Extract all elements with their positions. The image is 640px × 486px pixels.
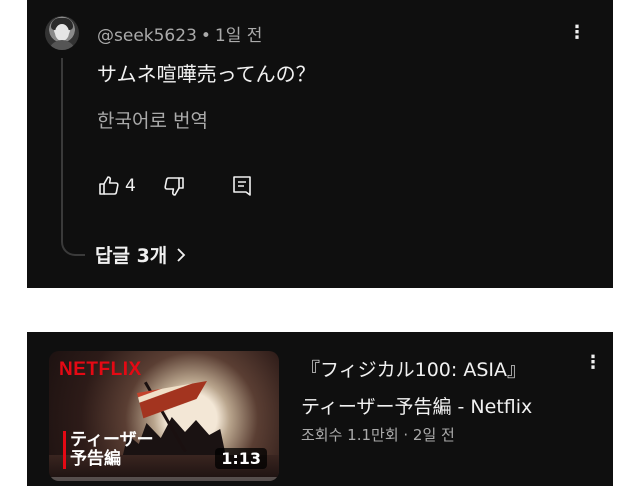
video-subtitle: 조회수 1.1만회 · 2일 전: [301, 426, 455, 444]
watch-progress-track: [49, 477, 279, 481]
thumbnail-label-line1: ティーザー: [70, 430, 154, 450]
avatar[interactable]: [45, 16, 79, 50]
comment-time: 1일 전: [214, 26, 263, 46]
comment-actions: 4: [97, 172, 254, 200]
replies-label: 답글 3개: [95, 245, 168, 267]
thread-line: [61, 58, 85, 256]
meta-separator: •: [200, 26, 211, 46]
comment-author[interactable]: @seek5623: [97, 26, 197, 46]
comment-text: サムネ喧嘩売ってんの？: [97, 62, 316, 86]
video-title-line1[interactable]: 『フィジカル100: ASIA』: [301, 355, 526, 382]
chevron-right-icon: [177, 247, 186, 262]
video-thumbnail[interactable]: NETFLIX ティーザー 予告編 1:13: [49, 351, 279, 481]
video-card[interactable]: NETFLIX ティーザー 予告編 1:13 『フィジカル100: ASIA』 …: [27, 332, 613, 486]
like-count: 4: [125, 176, 136, 196]
more-vert-icon[interactable]: ⋮: [567, 22, 587, 44]
video-title-line2[interactable]: ティーザー予告編 - Netflix: [301, 392, 532, 419]
thumbnail-label-line2: 予告編: [70, 449, 121, 469]
translate-link[interactable]: 한국어로 번역: [97, 106, 208, 133]
comment-card: @seek5623 • 1일 전 ⋮ サムネ喧嘩売ってんの？ 한국어로 번역 4 답…: [27, 0, 613, 288]
duration-badge: 1:13: [215, 448, 267, 469]
replies-button[interactable]: 답글 3개: [95, 241, 187, 268]
more-vert-icon[interactable]: ⋮: [583, 352, 603, 374]
comment-meta: @seek5623 • 1일 전: [97, 21, 262, 46]
netflix-logo: NETFLIX: [59, 359, 142, 380]
reply-icon[interactable]: [230, 174, 254, 198]
thumb-down-icon[interactable]: [162, 174, 186, 198]
thumb-up-icon[interactable]: [97, 174, 121, 198]
thumbnail-label: ティーザー 予告編: [63, 431, 154, 469]
